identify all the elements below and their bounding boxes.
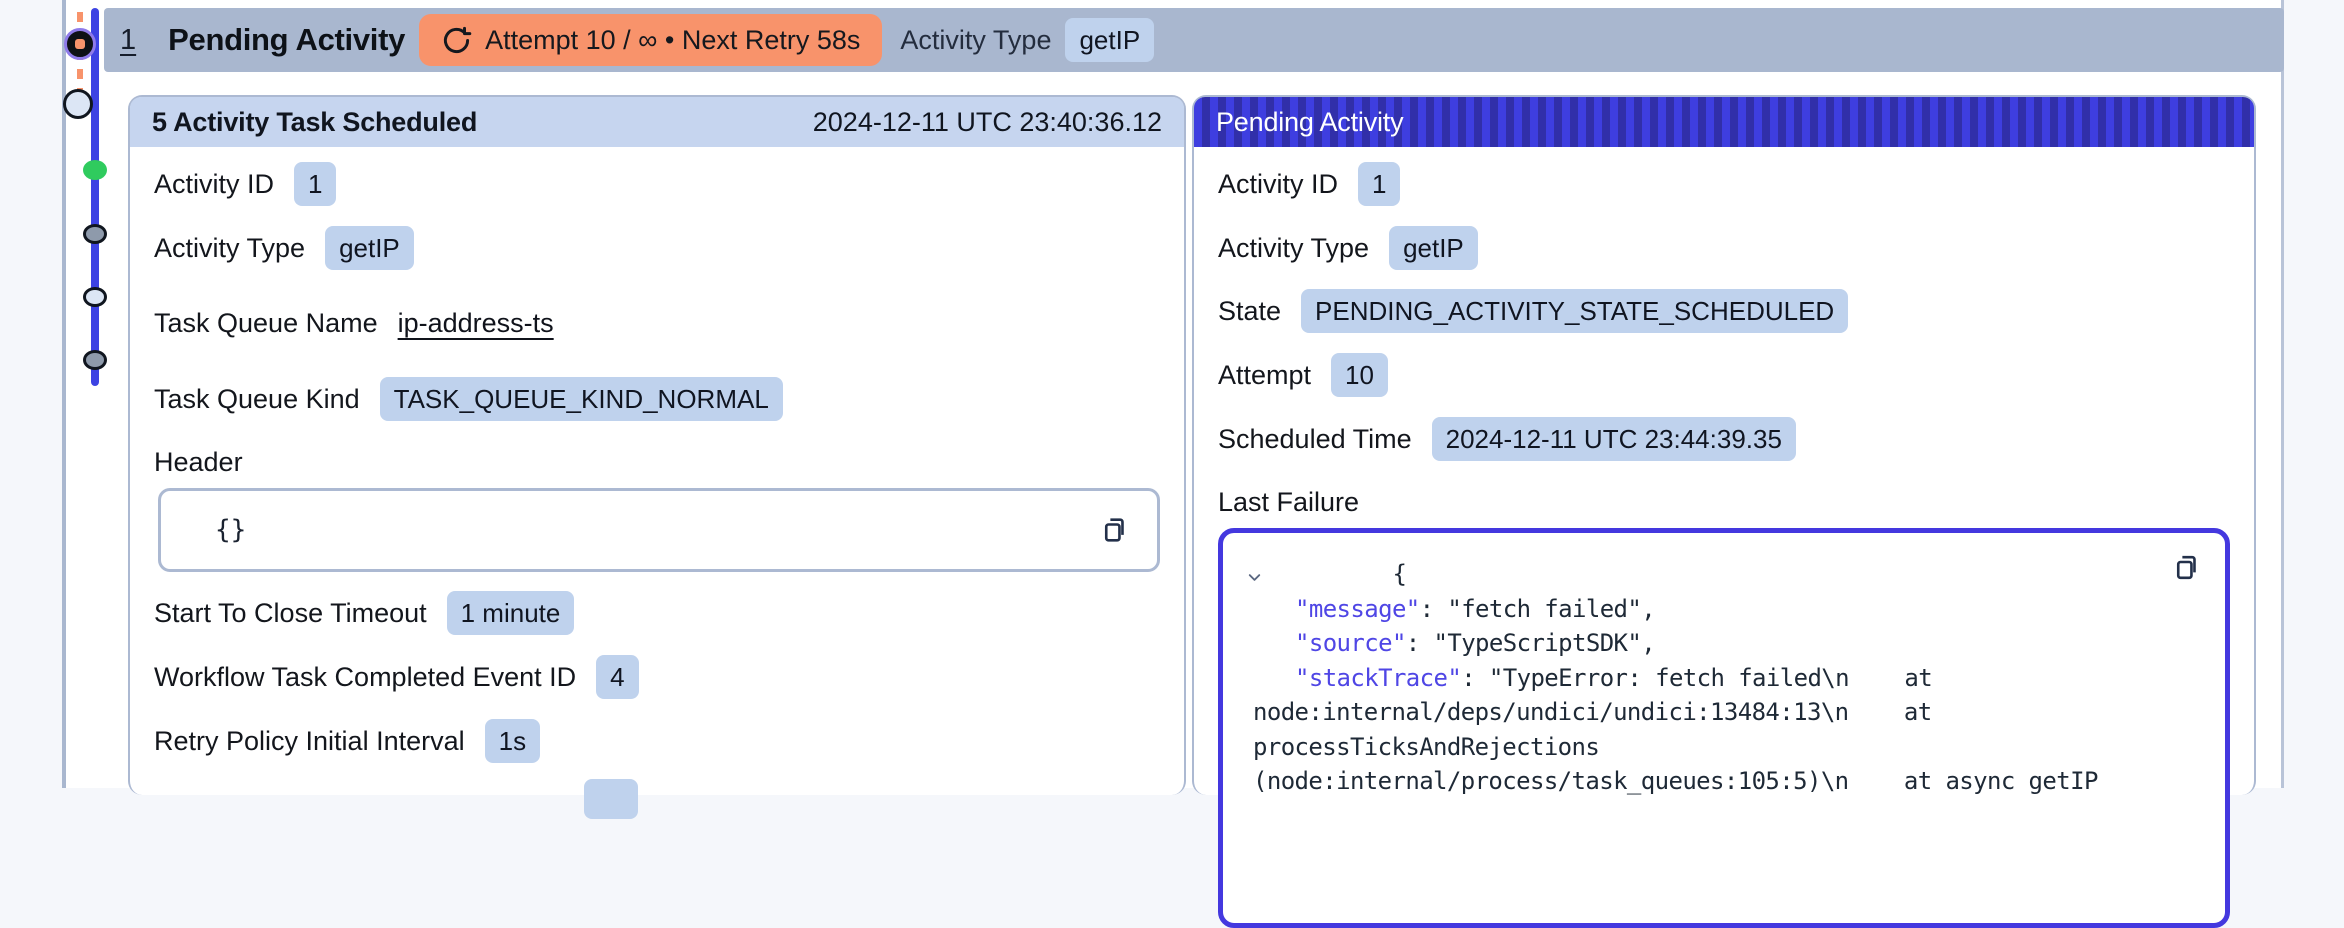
- timeline-bar: [91, 8, 99, 386]
- header-code-block: {}: [158, 488, 1160, 572]
- header-code-content: {}: [215, 515, 247, 545]
- json-sep: :: [1461, 663, 1489, 692]
- field-row-activity-id: Activity ID 1: [1218, 162, 2230, 206]
- event-id-link[interactable]: 1: [120, 24, 136, 57]
- field-row-state: State PENDING_ACTIVITY_STATE_SCHEDULED: [1218, 289, 2230, 333]
- retry-icon: [441, 25, 472, 56]
- code-line: "stackTrace": "TypeError: fetch failed\n…: [1245, 661, 2199, 696]
- pending-activity-panel: Pending Activity Activity ID 1 Activity …: [1192, 95, 2256, 928]
- retry-badge-text: Attempt 10 / ∞ • Next Retry 58s: [485, 24, 861, 55]
- field-value-badge: 10: [1331, 353, 1388, 397]
- retry-attempt-badge: Attempt 10 / ∞ • Next Retry 58s: [419, 14, 883, 66]
- field-label: Workflow Task Completed Event ID: [154, 661, 577, 692]
- json-value: node:internal/deps/undici/undici:13484:1…: [1253, 698, 1932, 726]
- field-value-badge: getIP: [1389, 226, 1478, 270]
- field-label: Retry Policy Initial Interval: [154, 725, 465, 756]
- left-edge-divider: [62, 0, 66, 788]
- field-value-badge: 1: [294, 162, 337, 206]
- code-line: node:internal/deps/undici/undici:13484:1…: [1245, 695, 2199, 730]
- code-line: {: [1245, 557, 2199, 592]
- field-row-wft-completed-id: Workflow Task Completed Event ID 4: [154, 655, 1160, 699]
- timeline-node-icon[interactable]: [83, 224, 107, 244]
- field-row-activity-type: Activity Type getIP: [154, 226, 1160, 270]
- json-value: "TypeError: fetch failed\n at: [1488, 663, 1933, 692]
- code-line: "message": "fetch failed",: [1245, 592, 2199, 627]
- json-sep: :: [1405, 629, 1434, 657]
- activity-type-badge: getIP: [1065, 18, 1155, 62]
- field-row-start-to-close: Start To Close Timeout 1 minute: [154, 591, 1160, 635]
- code-line: "source": "TypeScriptSDK",: [1245, 626, 2199, 661]
- code-text: {: [1392, 560, 1407, 588]
- event-title: 5 Activity Task Scheduled: [152, 106, 478, 137]
- panel-title: Pending Activity: [1216, 106, 1404, 137]
- field-value-badge: TASK_QUEUE_KIND_NORMAL: [379, 377, 783, 421]
- field-value-badge: 4: [596, 655, 639, 699]
- json-sep: :: [1419, 594, 1448, 623]
- json-value: "TypeScriptSDK",: [1433, 629, 1656, 657]
- field-row-scheduled-time: Scheduled Time 2024-12-11 UTC 23:44:39.3…: [1218, 417, 2230, 461]
- json-key: "source": [1295, 629, 1406, 657]
- field-label: Task Queue Name: [154, 307, 378, 338]
- field-row-activity-id: Activity ID 1: [154, 162, 1160, 206]
- event-timestamp: 2024-12-11 UTC 23:40:36.12: [812, 106, 1162, 137]
- copy-icon[interactable]: [1098, 514, 1131, 547]
- timeline-open-circle-icon[interactable]: [63, 89, 93, 119]
- json-value: "fetch failed",: [1447, 594, 1656, 623]
- activity-task-scheduled-header: 5 Activity Task Scheduled 2024-12-11 UTC…: [130, 97, 1184, 147]
- pending-activity-summary-bar[interactable]: 1 Pending Activity Attempt 10 / ∞ • Next…: [104, 8, 2284, 72]
- task-queue-link[interactable]: ip-address-ts: [398, 308, 554, 339]
- field-value-badge: PENDING_ACTIVITY_STATE_SCHEDULED: [1301, 289, 1849, 333]
- last-failure-code-block: { "message": "fetch failed", "source": "…: [1218, 528, 2230, 928]
- summary-title: Pending Activity: [168, 22, 406, 57]
- field-value-badge: 2024-12-11 UTC 23:44:39.35: [1431, 417, 1796, 461]
- activity-task-scheduled-panel: 5 Activity Task Scheduled 2024-12-11 UTC…: [128, 95, 1186, 819]
- pending-activity-header: Pending Activity: [1194, 97, 2254, 147]
- collapse-caret-icon[interactable]: [1245, 568, 1384, 587]
- timeline-node-icon[interactable]: [83, 350, 107, 370]
- activity-type-label: Activity Type: [900, 24, 1052, 55]
- field-label: State: [1218, 295, 1282, 326]
- header-section-label: Header: [154, 447, 243, 477]
- last-failure-label: Last Failure: [1218, 487, 1360, 517]
- timeline-current-event-core: [75, 39, 85, 49]
- partially-visible-badge: [584, 779, 638, 819]
- field-row-attempt: Attempt 10: [1218, 353, 2230, 397]
- field-value-badge: 1 minute: [446, 591, 575, 635]
- field-label: Attempt: [1218, 359, 1312, 390]
- copy-icon[interactable]: [2170, 551, 2203, 584]
- timeline-current-event-marker-icon[interactable]: [64, 28, 96, 60]
- field-label: Task Queue Kind: [154, 383, 360, 414]
- field-label: Activity ID: [154, 168, 275, 199]
- code-line: processTicksAndRejections: [1245, 730, 2199, 765]
- field-value-badge: getIP: [325, 226, 414, 270]
- field-value-badge: 1: [1358, 162, 1401, 206]
- json-value: processTicksAndRejections: [1253, 732, 1600, 761]
- json-key: "stackTrace": [1295, 663, 1462, 692]
- field-label: Activity ID: [1218, 168, 1339, 199]
- field-row-task-queue-name: Task Queue Name ip-address-ts: [154, 301, 1160, 345]
- field-row-activity-type: Activity Type getIP: [1218, 226, 2230, 270]
- field-row-retry-initial-interval: Retry Policy Initial Interval 1s: [154, 719, 1160, 763]
- field-label: Scheduled Time: [1218, 423, 1412, 454]
- field-row-task-queue-kind: Task Queue Kind TASK_QUEUE_KIND_NORMAL: [154, 377, 1160, 421]
- code-line: (node:internal/process/task_queues:105:5…: [1245, 764, 2199, 799]
- json-value: (node:internal/process/task_queues:105:5…: [1253, 767, 2098, 795]
- field-value-badge: 1s: [484, 719, 541, 763]
- timeline-completed-node-icon[interactable]: [83, 160, 107, 180]
- field-label: Start To Close Timeout: [154, 597, 427, 628]
- timeline-node-icon[interactable]: [83, 287, 107, 307]
- json-key: "message": [1295, 594, 1420, 623]
- field-label: Activity Type: [154, 232, 306, 263]
- field-label: Activity Type: [1218, 232, 1370, 263]
- right-edge-divider: [2281, 0, 2284, 788]
